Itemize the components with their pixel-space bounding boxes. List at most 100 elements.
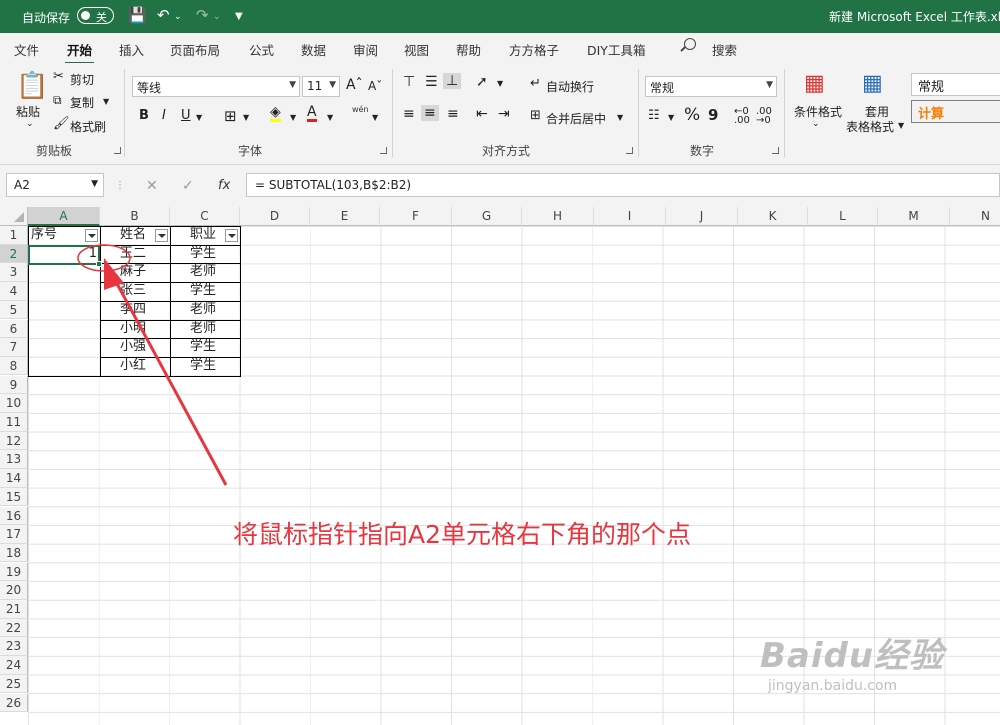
fill-handle[interactable] [96,261,102,267]
row-header-11[interactable]: 11 [0,413,28,432]
decrease-font-icon[interactable]: Aˇ [368,79,382,93]
font-size-select[interactable]: 11 ▼ [302,76,340,97]
row-header-17[interactable]: 17 [0,525,28,544]
format-table-dropdown-icon[interactable]: ▼ [898,121,904,130]
format-as-table-label-2[interactable]: 表格格式 [846,118,894,135]
column-header-f[interactable]: F [380,207,452,226]
conditional-dropdown-icon[interactable]: ⌄ [812,119,820,129]
row-header-22[interactable]: 22 [0,618,28,638]
format-as-table-icon[interactable]: ▦ [862,71,883,96]
paste-button[interactable]: 粘贴 [16,103,40,120]
phonetic-guide-icon[interactable]: wén [352,105,369,114]
row-header-26[interactable]: 26 [0,693,28,712]
row-header-14[interactable]: 14 [0,469,28,488]
column-header-n[interactable]: N [950,207,1000,226]
conditional-formatting-button[interactable]: 条件格式 [794,103,842,120]
align-top-icon[interactable]: ⊤ [403,74,415,90]
column-header-k[interactable]: K [738,207,808,226]
align-left-icon[interactable]: ≡ [403,106,415,122]
row-header-8[interactable]: 8 [0,356,28,376]
save-icon[interactable]: 💾 [128,6,147,24]
row-header-23[interactable]: 23 [0,637,28,656]
decrease-decimal-icon[interactable]: .00 →0 [756,107,772,126]
increase-font-icon[interactable]: Aˆ [346,77,363,93]
orientation-icon[interactable]: ➚ [476,74,488,90]
row-header-19[interactable]: 19 [0,562,28,582]
tab-fangfang[interactable]: 方方格子 [509,40,559,59]
wrap-text-icon[interactable]: ↵ [530,76,541,91]
column-header-e[interactable]: E [310,207,380,226]
comma-style-button[interactable]: 9 [708,106,718,124]
fill-color-icon[interactable]: ◈ [270,105,281,122]
undo-icon[interactable]: ↶ [157,6,170,24]
select-all-button[interactable] [0,207,28,226]
column-header-c[interactable]: C [170,207,240,226]
clipboard-dialog-launcher[interactable] [114,147,121,154]
tab-review[interactable]: 审阅 [353,40,378,59]
italic-button[interactable]: I [162,108,166,123]
fill-color-dropdown-icon[interactable]: ▼ [290,113,296,122]
row-header-2[interactable]: 2 [0,244,28,264]
column-header-g[interactable]: G [452,207,522,226]
tab-data[interactable]: 数据 [301,40,326,59]
tab-diy-toolbox[interactable]: DIY工具箱 [587,40,645,59]
column-header-h[interactable]: H [522,207,594,226]
copy-dropdown-icon[interactable]: ▼ [103,97,109,106]
style-calculation[interactable]: 计算 [911,100,1000,123]
row-header-1[interactable]: 1 [0,226,28,245]
column-header-a[interactable]: A [28,207,100,226]
column-header-b[interactable]: B [100,207,170,226]
row-header-7[interactable]: 7 [0,338,28,357]
tab-view[interactable]: 视图 [404,40,429,59]
row-header-18[interactable]: 18 [0,543,28,563]
underline-dropdown-icon[interactable]: ▼ [196,113,202,122]
tab-insert[interactable]: 插入 [119,40,144,59]
merge-dropdown-icon[interactable]: ▼ [617,113,623,122]
format-painter-icon[interactable]: 🖌 [53,116,70,131]
formula-input[interactable]: = SUBTOTAL(103,B$2:B2) [246,173,1000,197]
row-header-4[interactable]: 4 [0,282,28,301]
percent-button[interactable]: % [684,105,700,125]
tab-file[interactable]: 文件 [14,40,39,59]
row-header-15[interactable]: 15 [0,487,28,507]
cut-icon[interactable]: ✂ [53,69,64,84]
row-header-9[interactable]: 9 [0,375,28,395]
wrap-text-button[interactable]: 自动换行 [546,78,594,95]
row-header-6[interactable]: 6 [0,319,28,338]
borders-icon[interactable]: ⊞ [224,107,237,125]
font-dialog-launcher[interactable] [380,147,387,154]
underline-button[interactable]: U [181,108,191,123]
row-header-12[interactable]: 12 [0,431,28,451]
currency-icon[interactable]: ☷ [648,108,660,123]
align-middle-icon[interactable]: ☰ [425,74,438,90]
column-header-l[interactable]: L [808,207,878,226]
tab-help[interactable]: 帮助 [456,40,481,59]
conditional-formatting-icon[interactable]: ▦ [804,71,825,96]
merge-center-button[interactable]: 合并后居中 [546,110,606,127]
align-bottom-icon[interactable]: ⊥ [443,73,462,89]
column-header-d[interactable]: D [240,207,310,226]
search-icon[interactable] [684,38,696,50]
font-name-select[interactable]: 等线 ▼ [132,76,300,97]
paste-dropdown-icon[interactable]: ⌄ [26,119,34,129]
align-right-icon[interactable]: ≡ [447,106,459,122]
phonetic-dropdown-icon[interactable]: ▼ [372,113,378,122]
decrease-indent-icon[interactable]: ⇤ [476,106,488,122]
row-header-21[interactable]: 21 [0,600,28,619]
merge-center-icon[interactable]: ⊞ [530,108,541,123]
row-header-5[interactable]: 5 [0,300,28,320]
row-header-20[interactable]: 20 [0,581,28,600]
row-header-3[interactable]: 3 [0,263,28,282]
copy-button[interactable]: 复制 [70,94,94,111]
increase-decimal-icon[interactable]: ←0.00 [734,107,750,126]
increase-indent-icon[interactable]: ⇥ [498,106,510,122]
row-header-13[interactable]: 13 [0,450,28,469]
number-dialog-launcher[interactable] [772,147,779,154]
bold-button[interactable]: B [139,108,149,123]
column-header-m[interactable]: M [878,207,950,226]
name-box[interactable]: A2 ▼ [6,173,104,197]
copy-icon[interactable]: ⧉ [53,93,62,108]
row-header-25[interactable]: 25 [0,674,28,694]
paste-icon[interactable]: 📋 [16,71,48,101]
format-painter-button[interactable]: 格式刷 [70,118,106,135]
